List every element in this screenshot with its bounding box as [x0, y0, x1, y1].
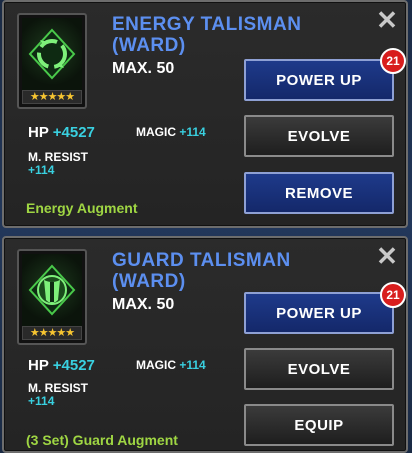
star-rating: ★★★★★ [22, 90, 82, 104]
guard-shield-icon [22, 254, 82, 326]
equip-button[interactable]: EQUIP [244, 404, 394, 446]
equip-label: EQUIP [294, 416, 344, 434]
magic-label: MAGIC [136, 358, 176, 372]
mresist-value: +114 [28, 163, 55, 177]
hp-label: HP [28, 124, 49, 141]
notification-badge: 21 [380, 282, 406, 308]
item-title: GUARD TALISMAN (WARD) [112, 250, 352, 292]
item-title-line1: ENERGY TALISMAN [112, 14, 302, 35]
power-up-label: POWER UP [276, 71, 362, 89]
augment-label: (3 Set) Guard Augment [26, 432, 178, 448]
power-up-button[interactable]: POWER UP [244, 59, 394, 101]
remove-label: REMOVE [284, 184, 353, 202]
evolve-button[interactable]: EVOLVE [244, 115, 394, 157]
max-level: MAX. 50 [112, 60, 175, 77]
energy-swirl-icon [22, 18, 82, 90]
mresist-label: M. RESIST [28, 381, 89, 395]
hp-stat: HP +4527 [28, 124, 95, 141]
evolve-label: EVOLVE [287, 360, 351, 378]
close-icon[interactable]: ✕ [376, 243, 398, 269]
magic-value: +114 [179, 358, 206, 372]
max-level: MAX. 50 [112, 296, 175, 313]
hp-label: HP [28, 357, 49, 374]
power-up-label: POWER UP [276, 304, 362, 322]
mresist-value: +114 [28, 394, 55, 408]
hp-value: +4527 [52, 124, 95, 141]
power-up-button[interactable]: POWER UP [244, 292, 394, 334]
item-title: ENERGY TALISMAN (WARD) [112, 14, 352, 56]
talisman-panel-guard: ★★★★★ GUARD TALISMAN (WARD) MAX. 50 ✕ HP… [2, 236, 408, 453]
mresist-label: M. RESIST [28, 150, 89, 164]
evolve-label: EVOLVE [287, 127, 351, 145]
evolve-button[interactable]: EVOLVE [244, 348, 394, 390]
magic-label: MAGIC [136, 125, 176, 139]
magic-value: +114 [179, 125, 206, 139]
item-title-line1: GUARD TALISMAN [112, 250, 291, 271]
talisman-icon-frame: ★★★★★ [17, 13, 87, 109]
star-rating: ★★★★★ [22, 326, 82, 340]
magic-stat: MAGIC +114 [136, 125, 206, 139]
item-title-line2: (WARD) [112, 35, 186, 56]
augment-label: Energy Augment [26, 200, 138, 216]
notification-badge: 21 [380, 48, 406, 74]
talisman-icon-frame: ★★★★★ [17, 249, 87, 345]
talisman-panel-energy: ★★★★★ ENERGY TALISMAN (WARD) MAX. 50 ✕ H… [2, 0, 408, 228]
close-icon[interactable]: ✕ [376, 7, 398, 33]
item-title-line2: (WARD) [112, 271, 186, 292]
remove-button[interactable]: REMOVE [244, 172, 394, 214]
magic-stat: MAGIC +114 [136, 358, 206, 372]
hp-value: +4527 [52, 357, 95, 374]
hp-stat: HP +4527 [28, 357, 95, 374]
